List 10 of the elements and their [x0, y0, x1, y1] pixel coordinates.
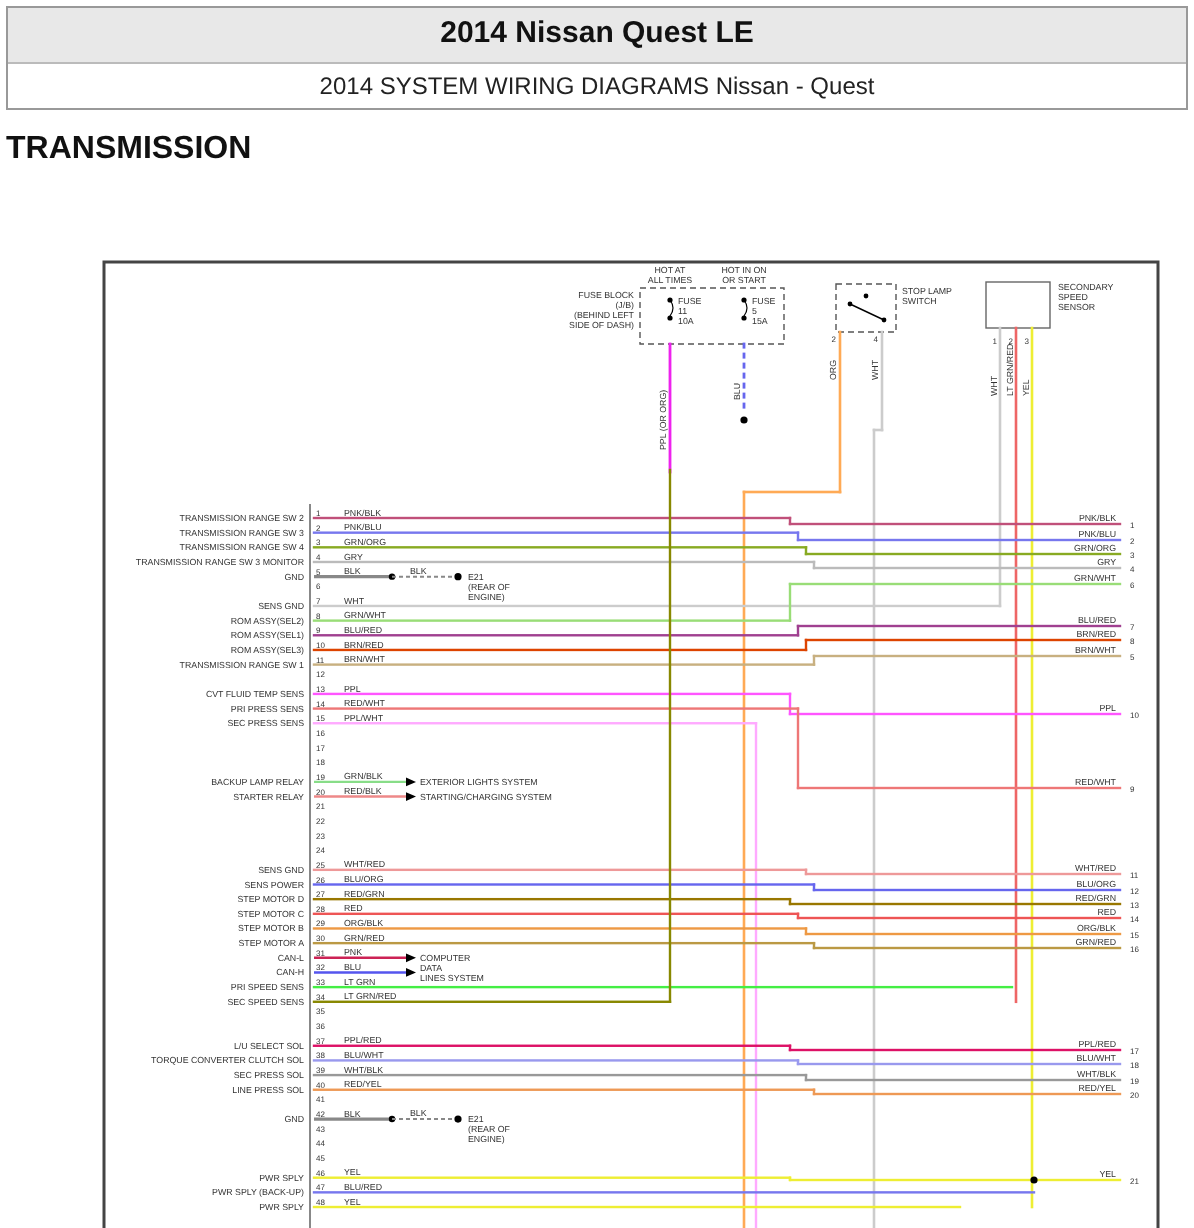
page-subtitle: 2014 SYSTEM WIRING DIAGRAMS Nissan - Quest: [8, 62, 1186, 108]
switch-outline: [835, 283, 897, 333]
junction-dot: [740, 416, 748, 424]
page-title: 2014 Nissan Quest LE: [8, 8, 1186, 62]
fuse-icon: [667, 297, 674, 321]
switch-icon: [847, 293, 887, 323]
fuse-icon: [741, 297, 748, 321]
section-title: TRANSMISSION: [6, 129, 252, 169]
sensor-box: [985, 281, 1051, 329]
junction-dot: [1030, 1176, 1038, 1184]
